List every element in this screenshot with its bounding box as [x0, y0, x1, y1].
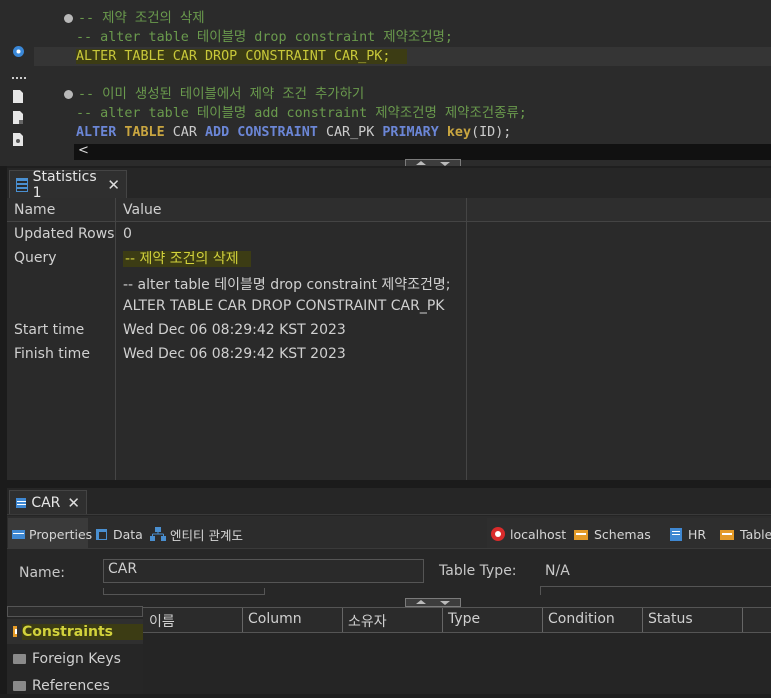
tab-properties[interactable]: Properties [12, 520, 92, 548]
grid-icon [16, 177, 28, 192]
tab-statistics[interactable]: Statistics 1 ✕ [9, 168, 127, 201]
document-edit-icon [12, 111, 24, 124]
column-header-owner[interactable]: 소유자 [348, 611, 387, 631]
folder-icon [13, 680, 26, 691]
sql-execute-marker-icon[interactable] [12, 45, 24, 58]
crumb-schemas[interactable]: Schemas [574, 520, 651, 548]
document-settings-icon [12, 133, 24, 146]
panel-resize-sash[interactable] [405, 159, 461, 166]
row-value: Wed Dec 06 08:29:42 KST 2023 [123, 346, 346, 362]
tables-folder-icon [720, 529, 734, 540]
field-fragment [540, 586, 771, 595]
tab-data[interactable]: Data [96, 520, 143, 548]
column-divider [342, 608, 343, 632]
er-diagram-icon [150, 527, 166, 541]
fold-toggle-icon[interactable] [64, 14, 73, 23]
statistics-panel: Statistics 1 ✕ Name Value Updated Rows 0… [7, 168, 771, 480]
table-icon [16, 497, 27, 508]
constraints-icon [13, 626, 17, 637]
panel-resize-sash[interactable] [405, 598, 461, 607]
list-item-foreign-keys[interactable]: Foreign Keys [7, 646, 143, 671]
column-header-status[interactable]: Status [648, 611, 693, 627]
table-type-value: N/A [545, 563, 570, 579]
panel-separator [0, 480, 771, 488]
constraints-table-header: 이름 Column 소유자 Type Condition Status [143, 607, 771, 633]
code-line-add[interactable]: ALTER TABLE CAR ADD CONSTRAINT CAR_PK PR… [76, 123, 511, 142]
fold-toggle-icon[interactable] [64, 90, 73, 99]
tab-er-diagram[interactable]: 엔티티 관계도 [150, 520, 243, 548]
crumb-hr[interactable]: HR [670, 520, 706, 548]
column-divider [466, 198, 467, 480]
list-item-constraints[interactable]: Constraints [7, 619, 143, 644]
name-field[interactable]: CAR [103, 559, 424, 583]
window-edge [0, 166, 7, 694]
column-header-condition[interactable]: Condition [548, 611, 615, 627]
properties-icon [12, 529, 25, 539]
car-tab-strip: CAR ✕ [7, 488, 771, 515]
table-header [7, 198, 771, 222]
code-line-drop[interactable]: ALTER TABLE CAR DROP CONSTRAINT CAR_PK; [76, 47, 407, 66]
code-line-comment: -- alter table 테이블명 drop constraint 제약조건… [76, 30, 453, 45]
tab-label: Statistics 1 [32, 168, 97, 201]
schema-folder-icon [574, 529, 588, 540]
left-list-header [7, 606, 143, 617]
column-header-type[interactable]: Type [448, 611, 480, 627]
data-grid-icon [96, 528, 107, 540]
column-divider [542, 608, 543, 632]
properties-sections-list: Constraints Foreign Keys References [7, 617, 143, 694]
editor-gutter [0, 0, 34, 166]
statistics-tab-strip: Statistics 1 ✕ [7, 168, 771, 201]
tab-car[interactable]: CAR ✕ [9, 490, 87, 514]
column-divider [742, 608, 743, 632]
column-divider [242, 608, 243, 632]
dotted-separator-icon [12, 68, 26, 79]
column-header-value[interactable]: Value [123, 202, 161, 218]
tab-label: CAR [31, 494, 61, 511]
row-value: 0 [123, 226, 132, 242]
schema-icon [670, 527, 682, 541]
column-divider [442, 608, 443, 632]
column-header-name[interactable]: 이름 [149, 611, 175, 631]
row-value: Wed Dec 06 08:29:42 KST 2023 [123, 322, 346, 338]
column-divider [115, 198, 116, 480]
row-name: Start time [14, 322, 85, 338]
column-header-name[interactable]: Name [14, 202, 55, 218]
row-value-highlighted: -- 제약 조건의 삭제 [123, 248, 251, 268]
column-divider [642, 608, 643, 632]
connection-icon [491, 527, 505, 541]
crumb-localhost[interactable]: localhost [490, 520, 566, 548]
document-icon [12, 90, 24, 103]
table-type-label: Table Type: [439, 563, 517, 579]
column-header-column[interactable]: Column [248, 611, 302, 627]
code-line-comment: -- 제약 조건의 삭제 [78, 11, 205, 26]
row-name: Updated Rows [14, 226, 115, 242]
editor-horizontal-scrollbar[interactable]: < [74, 143, 771, 160]
folder-icon [13, 653, 26, 664]
row-name: Query [14, 250, 57, 266]
scroll-left-button[interactable]: < [78, 143, 89, 158]
field-fragment [103, 588, 265, 595]
code-line-comment: -- alter table 테이블명 add constraint 제약조건명… [76, 106, 527, 121]
code-line-comment: -- 이미 생성된 테이블에서 제약 조건 추가하기 [78, 87, 365, 102]
row-name: Finish time [14, 346, 90, 362]
row-value: -- alter table 테이블명 drop constraint 제약조건… [123, 277, 451, 293]
close-icon[interactable]: ✕ [67, 494, 80, 512]
crumb-tables[interactable]: Tables [720, 520, 771, 548]
list-item-references[interactable]: References [7, 673, 143, 698]
name-label: Name: [19, 565, 66, 581]
close-icon[interactable]: ✕ [107, 176, 120, 194]
sql-editor[interactable]: -- 제약 조건의 삭제 -- alter table 테이블명 drop co… [0, 0, 771, 166]
row-value: ALTER TABLE CAR DROP CONSTRAINT CAR_PK [123, 298, 445, 314]
